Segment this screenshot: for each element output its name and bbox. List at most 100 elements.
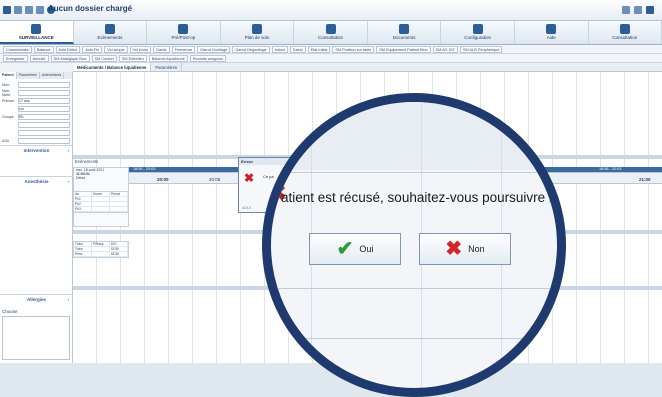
menu-pre-post-op[interactable]: Pré/Post-op	[147, 21, 221, 44]
toolbar-button[interactable]: Garrot Gonflage	[197, 46, 230, 53]
toolbar-button[interactable]: Acte Début	[56, 46, 81, 53]
toolbar-button[interactable]: Etat Initial	[308, 46, 331, 53]
time-tick: 21:00	[639, 177, 651, 182]
choose-label: Choose	[2, 309, 18, 314]
toolbar-button[interactable]: Garrot Dégonflage	[232, 46, 269, 53]
zoomed-divider	[271, 288, 557, 289]
tab-parametres-main[interactable]: Paramètres	[151, 63, 182, 71]
no-button[interactable]: ✖ Non	[419, 233, 511, 265]
section-intervention[interactable]: Intervention ›	[0, 145, 73, 154]
toolbar-button[interactable]: Induct	[272, 46, 288, 53]
save-icon[interactable]	[14, 6, 22, 14]
married-name-field[interactable]	[18, 90, 70, 96]
tab-parametres[interactable]: Paramètres	[17, 72, 40, 79]
field-label: Nom	[2, 83, 16, 87]
toolbar-button[interactable]: SM Antalgique Bloc	[51, 55, 90, 62]
menu-aide[interactable]: Aide	[515, 21, 589, 44]
table-row[interactable]: Ph3	[74, 207, 128, 212]
section-allergies[interactable]: Allergies ›	[0, 294, 73, 303]
toolbar-button[interactable]: SM Confort	[92, 55, 117, 62]
patient-tabs: Patient Paramètres Antécédents	[0, 72, 72, 79]
export-icon[interactable]	[36, 6, 44, 14]
settings-icon[interactable]	[622, 6, 630, 14]
toolbar-button[interactable]: SM AG IOT	[433, 46, 458, 53]
tab-patient[interactable]: Patient	[0, 72, 17, 79]
toolbar-button[interactable]: Acte Fin	[82, 46, 102, 53]
table-cell: Tritra	[74, 242, 92, 246]
field-label: ASA	[2, 139, 16, 143]
menu-surveillance[interactable]: SURVEILLANCE	[0, 21, 74, 44]
section-label: Allergies	[27, 297, 46, 302]
toolbar-button[interactable]: Extub	[290, 46, 306, 53]
time-range-right: 18:58 - 22:03	[599, 167, 621, 171]
folder-icon	[399, 24, 409, 34]
menu-label: Evènements	[74, 35, 147, 40]
toolbar-button[interactable]: Produits sanguins	[190, 55, 226, 62]
menu-evenements[interactable]: Evènements	[74, 21, 148, 44]
lock-icon[interactable]	[646, 6, 654, 14]
menu-documents[interactable]: Documents	[368, 21, 442, 44]
table-cell: Tritra	[74, 247, 92, 251]
error-icon: ✖	[244, 171, 254, 185]
height-field[interactable]: cm	[18, 106, 70, 112]
save-button[interactable]: Enregistrer	[3, 55, 28, 62]
syringe-icon	[178, 24, 188, 34]
name-field[interactable]	[18, 82, 70, 88]
dropdown-field[interactable]	[18, 122, 70, 128]
blood-group-field[interactable]: Rh	[18, 114, 70, 120]
toolbar-button[interactable]: Balance	[34, 46, 54, 53]
wrench-icon	[473, 24, 483, 34]
window-controls	[622, 6, 654, 14]
menu-label: Consultation	[294, 35, 367, 40]
toolbar-button[interactable]: Vol évolu	[130, 46, 151, 53]
firstname-field[interactable]: 17 ans	[18, 98, 70, 104]
mail-icon[interactable]	[634, 6, 642, 14]
field-row	[2, 129, 70, 137]
tab-antecedents[interactable]: Antécédents	[40, 72, 64, 79]
menu-consultation[interactable]: Consultation	[294, 21, 368, 44]
yes-button[interactable]: ✔ Oui	[309, 233, 401, 265]
main-menu: SURVEILLANCE Evènements Pré/Post-op Plan…	[0, 21, 662, 45]
toolbar-button[interactable]: SM Position sur table	[332, 46, 374, 53]
yes-label: Oui	[359, 244, 373, 254]
toolbar-button[interactable]: Balance liquidienne	[149, 55, 188, 62]
table-cell: DIO	[110, 242, 128, 246]
cross-icon: ✖	[445, 239, 462, 259]
no-label: Non	[468, 244, 485, 254]
asa-field[interactable]	[18, 138, 70, 144]
dropdown-field[interactable]	[18, 130, 70, 136]
user-icon	[620, 24, 630, 34]
toolbar-button[interactable]: Garde	[153, 46, 170, 53]
toolbar-button[interactable]: SM Equipement Patient Bloc	[376, 46, 430, 53]
toolbar-button[interactable]: SM Entretien	[119, 55, 147, 62]
field-row: ASA	[2, 137, 70, 145]
table-cell	[92, 247, 110, 251]
menu-plan-de-soin[interactable]: Plan de soin	[221, 21, 295, 44]
menu-consultation-user[interactable]: Consultation	[589, 21, 662, 44]
field-row: Nom	[2, 81, 70, 89]
menu-label: Documents	[368, 35, 441, 40]
chevron-right-icon: ›	[68, 146, 70, 155]
time-tick: 20:00	[157, 177, 169, 182]
check-icon: ✔	[337, 239, 354, 259]
print-icon[interactable]	[25, 6, 33, 14]
section-anesthesie[interactable]: Anesthésie ›	[0, 176, 73, 185]
toolbar-button[interactable]: SM ALR Périphérique	[460, 46, 503, 53]
action-toolbar: Commentaire Balance Acte Début Acte Fin …	[0, 45, 662, 54]
choose-box[interactable]	[2, 316, 70, 360]
toolbar-button[interactable]: Vol simple	[104, 46, 127, 53]
tab-medicaments[interactable]: Médicaments / Balance liquidienne	[73, 63, 151, 71]
title-bar: Aucun dossier chargé	[0, 0, 662, 21]
table-row[interactable]: Plmo DDDi	[74, 252, 128, 257]
cancel-button[interactable]: Annuler	[30, 55, 49, 62]
drug-table: Tritra PiRasp DIO Tritra DDDi Plmo DDDi	[73, 241, 129, 258]
menu-configuration[interactable]: Configuration	[441, 21, 515, 44]
toolbar-button[interactable]: Commentaire	[3, 46, 32, 53]
field-label: Prénom	[2, 99, 16, 103]
help-icon	[546, 24, 556, 34]
menu-label: Aide	[515, 35, 588, 40]
zoomed-header-area	[271, 102, 557, 170]
toolbar-button[interactable]: Fermeture	[172, 46, 196, 53]
app-window: Aucun dossier chargé SURVEILLANCE Evènem…	[0, 0, 662, 363]
table-cell	[110, 202, 128, 206]
